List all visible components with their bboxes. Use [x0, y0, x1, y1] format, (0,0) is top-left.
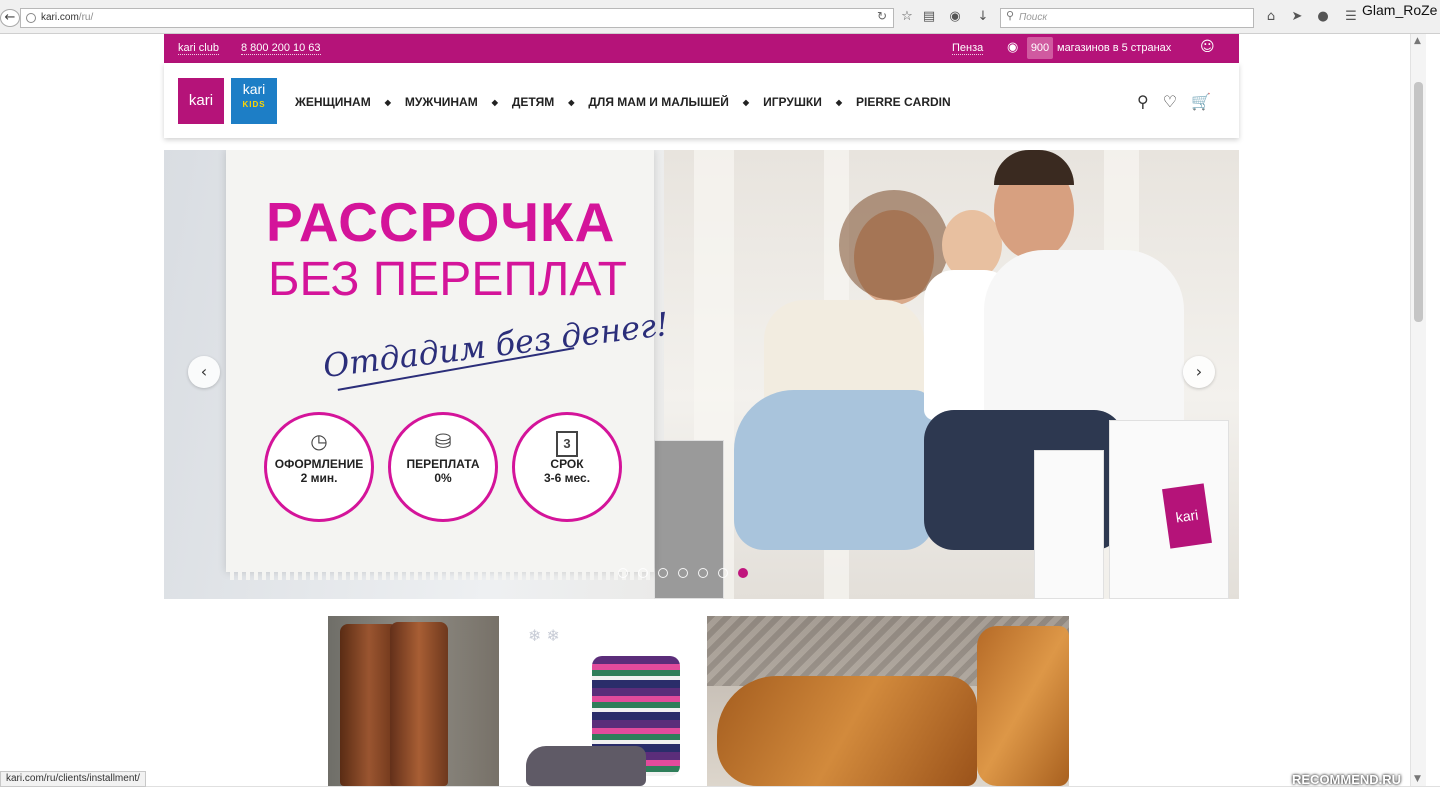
feature-circle-overpayment: ⛁ ПЕРЕПЛАТА 0% — [388, 412, 498, 522]
slider-dot[interactable] — [718, 568, 728, 578]
url-path: /ru/ — [78, 12, 94, 23]
feature-label: ПЕРЕПЛАТА — [406, 457, 480, 471]
pocket-icon[interactable]: ◉ — [946, 8, 964, 26]
clock-icon: ◷ — [310, 429, 328, 453]
watermark: RECOMMEND.RU — [1292, 772, 1402, 787]
menu-separator: ◆ — [568, 97, 575, 107]
slider-dot[interactable] — [658, 568, 668, 578]
location-pin-icon: ◉ — [1007, 40, 1019, 55]
heart-icon[interactable]: ♡ — [1163, 92, 1177, 111]
menu-item-moms-babies[interactable]: ДЛЯ МАМ И МАЛЫШЕЙ — [588, 95, 729, 109]
menu-item-kids[interactable]: ДЕТЯМ — [512, 95, 554, 109]
promo-subtitle: БЕЗ ПЕРЕПЛАТ — [268, 253, 627, 306]
tile-knit-boots[interactable]: ❄ ❄ — [512, 616, 695, 786]
back-button[interactable]: ← — [0, 9, 20, 27]
coins-icon: ⛁ — [434, 429, 452, 453]
browser-search-input[interactable]: ⚲ Поиск — [1000, 8, 1254, 28]
page-scrollbar[interactable]: ▲ ▼ — [1410, 34, 1426, 786]
feature-value: 2 мин. — [300, 471, 338, 485]
menu-separator: ◆ — [491, 97, 498, 107]
nav-actions: ⚲ ♡ 🛒 — [1137, 92, 1211, 111]
feature-circle-term: 3 СРОК 3-6 мес. — [512, 412, 622, 522]
kids-logo-top: kari — [242, 81, 266, 97]
user-account-icon[interactable]: ☺ — [1200, 39, 1215, 55]
main-navbar: kari kari KIDS ЖЕНЩИНАМ ◆ МУЖЧИНАМ ◆ ДЕТ… — [164, 63, 1239, 138]
slider-dot[interactable] — [638, 568, 648, 578]
scroll-up-icon[interactable]: ▲ — [1414, 36, 1421, 46]
scroll-down-icon[interactable]: ▼ — [1414, 774, 1421, 784]
search-icon: ⚲ — [1006, 9, 1015, 22]
browser-toolbar: ← kari.com/ru/ ↻ ☆ ▤ ◉ ↓ ⚲ Поиск ⌂ ➤ ● ☰… — [0, 0, 1440, 34]
slider-dot[interactable] — [678, 568, 688, 578]
address-bar[interactable]: kari.com/ru/ ↻ — [20, 8, 894, 28]
menu-item-pierre-cardin[interactable]: PIERRE CARDIN — [856, 95, 951, 109]
kari-bag-logo: kari — [1162, 483, 1212, 549]
main-menu: ЖЕНЩИНАМ ◆ МУЖЧИНАМ ◆ ДЕТЯМ ◆ ДЛЯ МАМ И … — [295, 95, 951, 109]
feature-label: СРОК — [550, 457, 584, 471]
search-icon[interactable]: ⚲ — [1137, 92, 1149, 111]
phone-link[interactable]: 8 800 200 10 63 — [241, 42, 321, 55]
kids-logo-bottom: KIDS — [242, 100, 266, 109]
menu-separator: ◆ — [384, 97, 391, 107]
slider-dot-active[interactable] — [738, 568, 748, 578]
send-icon[interactable]: ➤ — [1288, 8, 1306, 26]
hero-slider[interactable]: kari РАССРОЧКА БЕЗ ПЕРЕПЛАТ Отдадим без … — [164, 150, 1239, 599]
promo-title: РАССРОЧКА — [266, 191, 616, 253]
bookmark-star-icon[interactable]: ☆ — [898, 8, 916, 26]
globe-icon — [26, 13, 36, 23]
search-placeholder: Поиск — [1019, 12, 1048, 23]
slider-dot[interactable] — [698, 568, 708, 578]
feature-value: 3-6 мес. — [543, 471, 591, 485]
menu-separator: ◆ — [835, 97, 842, 107]
site-topbar: kari club 8 800 200 10 63 Пенза ◉ 900 ма… — [164, 34, 1239, 63]
promo-panel: РАССРОЧКА БЕЗ ПЕРЕПЛАТ Отдадим без денег… — [226, 150, 671, 580]
menu-item-toys[interactable]: ИГРУШКИ — [763, 95, 822, 109]
reading-list-icon[interactable]: ▤ — [920, 8, 938, 26]
kari-kids-logo[interactable]: kari KIDS — [231, 78, 277, 124]
stores-text[interactable]: магазинов в 5 странах — [1057, 42, 1171, 54]
slider-prev-button[interactable]: ‹ — [188, 356, 220, 388]
home-icon[interactable]: ⌂ — [1262, 8, 1280, 26]
reload-icon[interactable]: ↻ — [877, 9, 887, 23]
menu-item-women[interactable]: ЖЕНЩИНАМ — [295, 95, 371, 109]
url-host: kari.com — [41, 12, 79, 23]
slider-dot[interactable] — [618, 568, 628, 578]
tile-lace-up-boots[interactable] — [707, 616, 1069, 786]
slider-dots — [618, 568, 748, 578]
city-selector[interactable]: Пенза — [952, 42, 984, 55]
feature-value: 0% — [434, 471, 452, 485]
chat-icon[interactable]: ● — [1314, 8, 1332, 26]
calendar-icon: 3 — [515, 429, 619, 457]
snowflake-icon: ❄ ❄ — [528, 626, 560, 645]
kari-logo[interactable]: kari — [178, 78, 224, 124]
menu-separator: ◆ — [742, 97, 750, 107]
profile-name: Glam_RoZe — [1362, 2, 1438, 18]
cart-icon[interactable]: 🛒 — [1191, 92, 1211, 111]
store-count-badge[interactable]: 900 — [1027, 37, 1053, 59]
feature-label: ОФОРМЛЕНИЕ — [274, 457, 364, 471]
scrollbar-thumb[interactable] — [1414, 82, 1423, 322]
download-icon[interactable]: ↓ — [974, 8, 992, 26]
menu-item-men[interactable]: МУЖЧИНАМ — [405, 95, 478, 109]
menu-icon[interactable]: ☰ — [1342, 8, 1360, 26]
feature-circle-processing: ◷ ОФОРМЛЕНИЕ 2 мин. — [264, 412, 374, 522]
status-bar-url: kari.com/ru/clients/installment/ — [0, 771, 146, 787]
tile-tall-boots[interactable] — [328, 616, 499, 786]
panel-zigzag-edge — [226, 570, 654, 580]
browser-bottom-area — [0, 786, 1440, 807]
slider-next-button[interactable]: › — [1183, 356, 1215, 388]
promo-slogan: Отдадим без денег! — [320, 304, 671, 386]
kari-club-link[interactable]: kari club — [178, 42, 219, 55]
calendar-number: 3 — [556, 431, 578, 457]
